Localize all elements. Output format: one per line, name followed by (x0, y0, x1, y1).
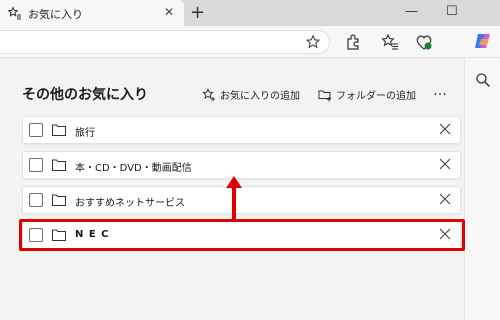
folder-icon (52, 124, 66, 136)
browser-toolbar (0, 26, 500, 58)
add-folder-button[interactable]: フォルダーの追加 (318, 87, 416, 102)
folder-name: 本・CD・DVD・動画配信 (75, 163, 192, 174)
folder-add-icon (318, 90, 332, 101)
delete-icon[interactable] (439, 123, 451, 135)
browser-tab-favorites[interactable]: お気に入り ✕ (0, 0, 184, 26)
favorite-folder-row[interactable]: 旅行 (22, 116, 461, 144)
more-options-button[interactable]: … (433, 83, 448, 99)
folder-icon (52, 159, 66, 171)
delete-icon[interactable] (439, 193, 451, 205)
highlight-box (19, 219, 465, 251)
copilot-icon[interactable] (473, 31, 493, 51)
star-add-icon (202, 87, 215, 101)
add-favorite-label: お気に入りの追加 (220, 91, 300, 102)
folder-icon (52, 194, 66, 206)
new-tab-button[interactable]: + (190, 2, 205, 23)
add-folder-label: フォルダーの追加 (336, 91, 416, 102)
page-title: その他のお気に入り (22, 87, 148, 103)
up-arrow-annotation (226, 176, 242, 222)
folder-name: おすすめネットサービス (75, 198, 185, 209)
search-icon[interactable] (475, 72, 491, 88)
select-checkbox[interactable] (29, 158, 43, 172)
right-sidebar (464, 58, 500, 320)
folder-name: 旅行 (75, 128, 95, 139)
minimize-button[interactable]: — (405, 4, 418, 19)
favorite-folder-row[interactable]: 本・CD・DVD・動画配信 (22, 151, 461, 179)
favorites-star-icon (8, 6, 21, 20)
maximize-button[interactable]: ☐ (446, 4, 458, 19)
add-favorite-star-icon[interactable] (305, 34, 321, 50)
extensions-icon[interactable] (344, 33, 362, 51)
title-bar: お気に入り ✕ + — ☐ (0, 0, 500, 26)
delete-icon[interactable] (439, 158, 451, 170)
address-bar[interactable] (0, 30, 330, 54)
select-checkbox[interactable] (29, 193, 43, 207)
add-favorite-button[interactable]: お気に入りの追加 (202, 87, 300, 102)
browser-essentials-icon[interactable] (415, 33, 433, 51)
tab-close-icon[interactable]: ✕ (164, 5, 174, 19)
select-checkbox[interactable] (29, 123, 43, 137)
favorites-icon[interactable] (381, 33, 399, 51)
tab-title: お気に入り (28, 8, 83, 21)
